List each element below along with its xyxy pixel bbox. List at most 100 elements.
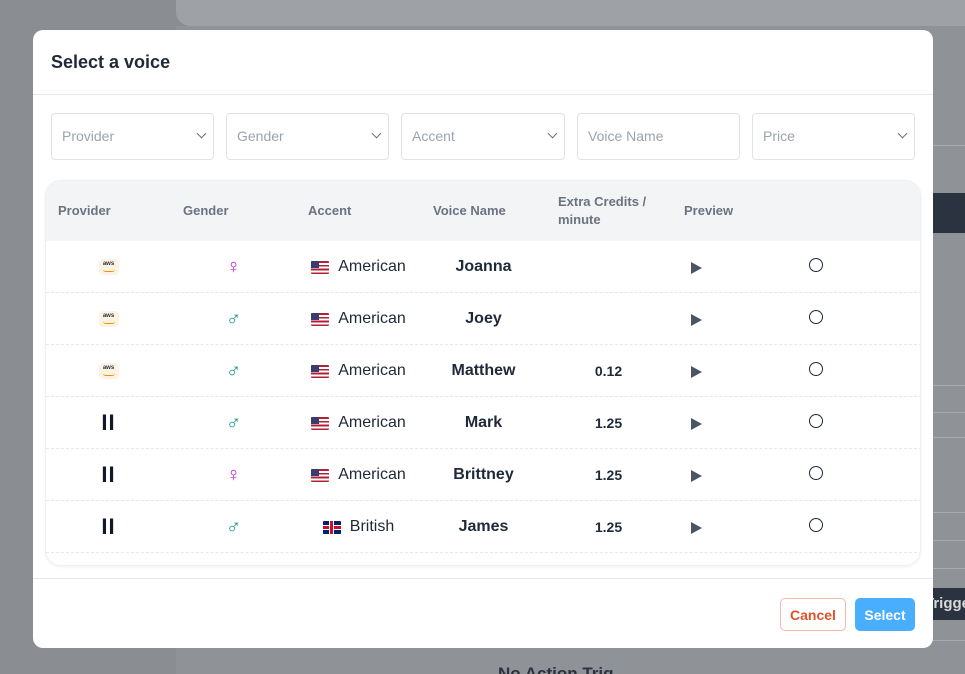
gb-flag-icon bbox=[322, 520, 341, 534]
provider-cell: aws bbox=[46, 293, 171, 345]
gender-cell: ♂ bbox=[171, 501, 296, 553]
chevron-down-icon bbox=[897, 128, 908, 139]
voice-name-search-input[interactable]: Voice Name bbox=[577, 113, 740, 160]
voice-name-cell: Matthew bbox=[451, 362, 516, 379]
preview-button[interactable] bbox=[671, 397, 726, 449]
gender-cell: ♂ bbox=[171, 293, 296, 345]
male-icon: ♂ bbox=[226, 360, 241, 382]
modal-title: Select a voice bbox=[51, 52, 171, 72]
elevenlabs-icon: II bbox=[101, 410, 116, 435]
male-icon: ♂ bbox=[226, 412, 241, 434]
column-header-voice-name[interactable]: Voice Name bbox=[433, 181, 543, 241]
play-icon bbox=[691, 366, 702, 378]
provider-cell: II bbox=[46, 397, 171, 449]
preview-button[interactable] bbox=[671, 293, 726, 345]
us-flag-icon bbox=[311, 364, 330, 378]
accent-label: American bbox=[338, 362, 406, 379]
table-row[interactable]: aws ♂ American Joey bbox=[46, 293, 920, 345]
play-icon bbox=[691, 418, 702, 430]
accent-cell: American bbox=[296, 241, 421, 293]
accent-cell: American bbox=[296, 449, 421, 501]
modal-footer: Cancel Select bbox=[33, 578, 933, 648]
extra-credits-cell: 1.25 bbox=[594, 467, 623, 483]
price-filter-select[interactable]: Price bbox=[752, 113, 915, 160]
preview-button[interactable] bbox=[671, 501, 726, 553]
column-header-preview: Preview bbox=[684, 203, 734, 218]
radio-circle-icon bbox=[809, 518, 823, 532]
elevenlabs-icon: II bbox=[101, 514, 116, 539]
voice-name-cell: Joey bbox=[465, 310, 502, 327]
gender-filter-placeholder: Gender bbox=[237, 128, 284, 144]
gender-cell: ♀ bbox=[171, 449, 296, 501]
accent-label: American bbox=[338, 414, 406, 431]
table-header: Provider Gender Accent Voice Name Extra … bbox=[46, 181, 920, 241]
voice-radio-button[interactable] bbox=[798, 501, 834, 553]
radio-circle-icon bbox=[809, 362, 823, 376]
chevron-down-icon bbox=[371, 128, 382, 139]
accent-label: American bbox=[338, 466, 406, 483]
extra-credits-cell: 1.25 bbox=[594, 519, 623, 535]
background-empty-text: No Action Trig bbox=[498, 664, 614, 674]
accent-label: American bbox=[338, 258, 406, 275]
filter-bar: Provider Gender Accent Voice Name Price bbox=[51, 113, 915, 161]
voice-radio-button[interactable] bbox=[798, 293, 834, 345]
accent-cell: American bbox=[296, 397, 421, 449]
voice-radio-button[interactable] bbox=[798, 345, 834, 397]
us-flag-icon bbox=[311, 416, 330, 430]
table-row[interactable]: II ♂ British James 1.25 bbox=[46, 501, 920, 553]
column-header-extra-credits[interactable]: Extra Credits / minute bbox=[558, 181, 668, 241]
provider-filter-select[interactable]: Provider bbox=[51, 113, 214, 160]
table-row[interactable]: aws ♀ American Joanna bbox=[46, 241, 920, 293]
gender-cell: ♂ bbox=[171, 397, 296, 449]
modal-header: Select a voice bbox=[33, 30, 933, 95]
voice-name-placeholder: Voice Name bbox=[588, 128, 664, 144]
gender-cell: ♀ bbox=[171, 241, 296, 293]
gender-filter-select[interactable]: Gender bbox=[226, 113, 389, 160]
gender-cell: ♂ bbox=[171, 345, 296, 397]
accent-filter-select[interactable]: Accent bbox=[401, 113, 565, 160]
preview-button[interactable] bbox=[671, 345, 726, 397]
extra-credits-cell: 1.25 bbox=[594, 415, 623, 431]
play-icon bbox=[691, 262, 702, 274]
voice-name-cell: Joanna bbox=[455, 258, 512, 275]
chevron-down-icon bbox=[547, 128, 558, 139]
column-header-gender[interactable]: Gender bbox=[183, 181, 293, 241]
provider-cell: II bbox=[46, 501, 171, 553]
play-icon bbox=[691, 314, 702, 326]
chevron-down-icon bbox=[196, 128, 207, 139]
voice-radio-button[interactable] bbox=[798, 449, 834, 501]
male-icon: ♂ bbox=[226, 308, 241, 330]
extra-credits-cell bbox=[546, 241, 671, 293]
voices-table: Provider Gender Accent Voice Name Extra … bbox=[45, 180, 921, 566]
voice-radio-button[interactable] bbox=[798, 241, 834, 293]
preview-button[interactable] bbox=[671, 241, 726, 293]
table-row[interactable]: II ♀ American Brittney 1.25 bbox=[46, 449, 920, 501]
radio-circle-icon bbox=[809, 466, 823, 480]
voice-name-cell: Mark bbox=[464, 414, 503, 431]
radio-circle-icon bbox=[809, 414, 823, 428]
cancel-button[interactable]: Cancel bbox=[780, 598, 846, 631]
provider-filter-placeholder: Provider bbox=[62, 128, 115, 144]
accent-cell: American bbox=[296, 345, 421, 397]
background-header bbox=[176, 0, 965, 26]
column-header-accent[interactable]: Accent bbox=[308, 181, 418, 241]
voice-name-cell: Brittney bbox=[453, 466, 514, 483]
accent-cell: American bbox=[296, 293, 421, 345]
play-icon bbox=[691, 470, 702, 482]
us-flag-icon bbox=[311, 260, 330, 274]
female-icon: ♀ bbox=[226, 464, 241, 486]
accent-cell: British bbox=[296, 501, 421, 553]
column-header-provider[interactable]: Provider bbox=[58, 181, 168, 241]
table-row[interactable]: aws ♂ American Matthew 0.12 bbox=[46, 345, 920, 397]
aws-icon: aws bbox=[98, 311, 119, 327]
voice-radio-button[interactable] bbox=[798, 397, 834, 449]
extra-credits-cell: 0.12 bbox=[594, 363, 623, 379]
select-button[interactable]: Select bbox=[855, 598, 915, 631]
extra-credits-cell bbox=[546, 293, 671, 345]
accent-label: American bbox=[338, 310, 406, 327]
us-flag-icon bbox=[311, 468, 330, 482]
preview-button[interactable] bbox=[671, 449, 726, 501]
radio-circle-icon bbox=[809, 310, 823, 324]
play-icon bbox=[691, 522, 702, 534]
table-row[interactable]: II ♂ American Mark 1.25 bbox=[46, 397, 920, 449]
